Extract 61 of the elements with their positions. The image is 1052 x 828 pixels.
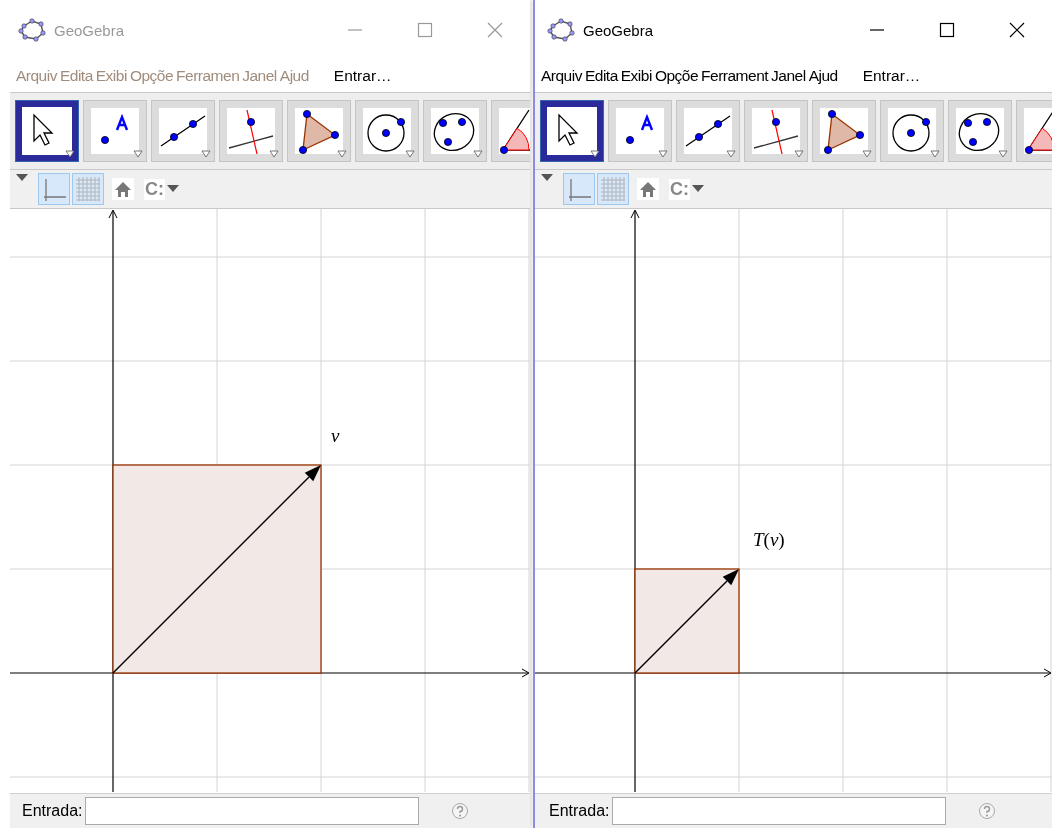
input-field[interactable] [612, 797, 947, 825]
grid-icon [601, 177, 625, 201]
sign-in-link[interactable]: Entrar… [862, 67, 921, 85]
app-logo-icon [547, 18, 575, 42]
dropdown-icon [65, 150, 75, 158]
maximize-icon [417, 22, 433, 38]
dropdown-icon [405, 150, 415, 158]
input-label: Entrada: [22, 802, 83, 820]
tool-button[interactable] [948, 100, 1012, 162]
tool-button[interactable] [744, 100, 808, 162]
home-icon [639, 180, 657, 198]
dropdown-icon [337, 150, 347, 158]
dropdown-icon [590, 150, 600, 158]
close-icon [487, 22, 503, 38]
input-label: Entrada: [549, 802, 610, 820]
grid-icon [76, 177, 100, 201]
tool-button[interactable] [812, 100, 876, 162]
menu-item[interactable]: Ferrament [701, 67, 769, 85]
help-icon [978, 802, 997, 820]
app-logo-icon [18, 18, 46, 42]
dropdown-icon [133, 150, 143, 158]
dropdown-icon [862, 150, 872, 158]
axes-toggle[interactable] [563, 173, 595, 205]
caret-icon [692, 185, 704, 193]
home-icon [114, 180, 132, 198]
menu-item[interactable]: Arquiv [541, 67, 582, 85]
home-button[interactable] [637, 178, 659, 200]
maximize-icon [939, 22, 955, 38]
grid-toggle[interactable] [597, 173, 629, 205]
minimize-icon [869, 29, 885, 31]
dropdown-icon [794, 150, 804, 158]
vector-label: v [331, 425, 340, 447]
minimize-icon [347, 29, 363, 31]
axes-icon [42, 177, 66, 201]
menu-item[interactable]: Exibi [620, 67, 652, 85]
perpendicular-line-icon [752, 108, 800, 154]
window-title: GeoGebra [583, 21, 654, 39]
dropdown-icon [201, 150, 211, 158]
tool-button[interactable] [676, 100, 740, 162]
tool-button[interactable] [540, 100, 604, 162]
dropdown-icon [658, 150, 668, 158]
dropdown-icon [726, 150, 736, 158]
tool-button[interactable] [880, 100, 944, 162]
menu-item[interactable]: Ajud [808, 67, 838, 85]
perpendicular-line-icon [227, 108, 275, 154]
menu-item[interactable]: Opçõe [654, 67, 699, 85]
axes-icon [567, 177, 591, 201]
dropdown-icon [998, 150, 1008, 158]
menu-item[interactable]: Janel [771, 67, 806, 85]
vector-label: T(v) [753, 529, 785, 551]
caret-icon [167, 185, 179, 193]
close-icon [1009, 22, 1025, 38]
dropdown-icon [269, 150, 279, 158]
window-title: GeoGebra [54, 21, 125, 39]
graphics-view[interactable]: T(v) [535, 209, 1052, 793]
dropdown-icon [473, 150, 483, 158]
tool-button[interactable] [608, 100, 672, 162]
dropdown-icon [930, 150, 940, 158]
collapse-icon[interactable] [541, 174, 553, 182]
help-icon [451, 802, 470, 820]
menu-item[interactable]: Edita [584, 67, 618, 85]
